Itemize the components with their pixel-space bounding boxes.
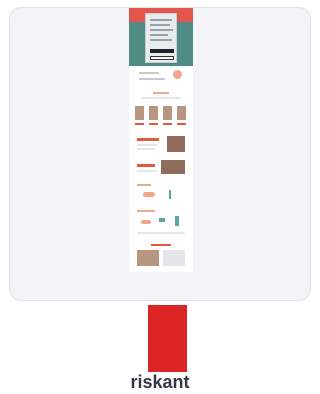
article-image (137, 250, 159, 266)
website-preview-card[interactable] (9, 7, 311, 301)
feature-icon (175, 216, 179, 226)
promo-heading (137, 138, 159, 141)
dialog-text-line (150, 34, 168, 36)
product-button (135, 123, 144, 125)
promo-image (161, 160, 185, 174)
text-line (139, 78, 165, 80)
text-line (137, 170, 157, 172)
section-heading (153, 92, 169, 94)
website-screenshot-thumbnail (129, 8, 193, 300)
feature-icon (143, 192, 155, 197)
promo-image (167, 136, 185, 152)
product-image (135, 106, 144, 120)
section-heading (151, 244, 171, 246)
section-heading (137, 210, 155, 212)
feature-icon (159, 218, 165, 222)
text-line (137, 144, 157, 146)
settings-button (150, 56, 174, 60)
dialog-text-line (150, 29, 173, 31)
text-line (137, 148, 155, 150)
product-image (177, 106, 186, 120)
dialog-text-line (150, 24, 170, 26)
feature-icon (141, 220, 151, 224)
risk-indicator-bar (148, 305, 187, 372)
section-heading (137, 184, 151, 186)
risk-label: riskant (130, 372, 190, 392)
product-button (149, 123, 158, 125)
cookie-consent-dialog (145, 13, 177, 63)
feature-icon (169, 190, 171, 199)
text-line (141, 97, 181, 99)
dialog-text-line (150, 39, 172, 41)
accept-button (150, 49, 174, 53)
article-image (163, 250, 185, 266)
product-image (163, 106, 172, 120)
text-line (137, 232, 185, 234)
text-line (139, 72, 159, 74)
logo-badge (173, 70, 182, 79)
promo-heading (137, 164, 155, 167)
product-image (149, 106, 158, 120)
card-bottom-area (10, 272, 310, 300)
dialog-text-line (150, 19, 172, 21)
product-button (177, 123, 186, 125)
product-button (163, 123, 172, 125)
